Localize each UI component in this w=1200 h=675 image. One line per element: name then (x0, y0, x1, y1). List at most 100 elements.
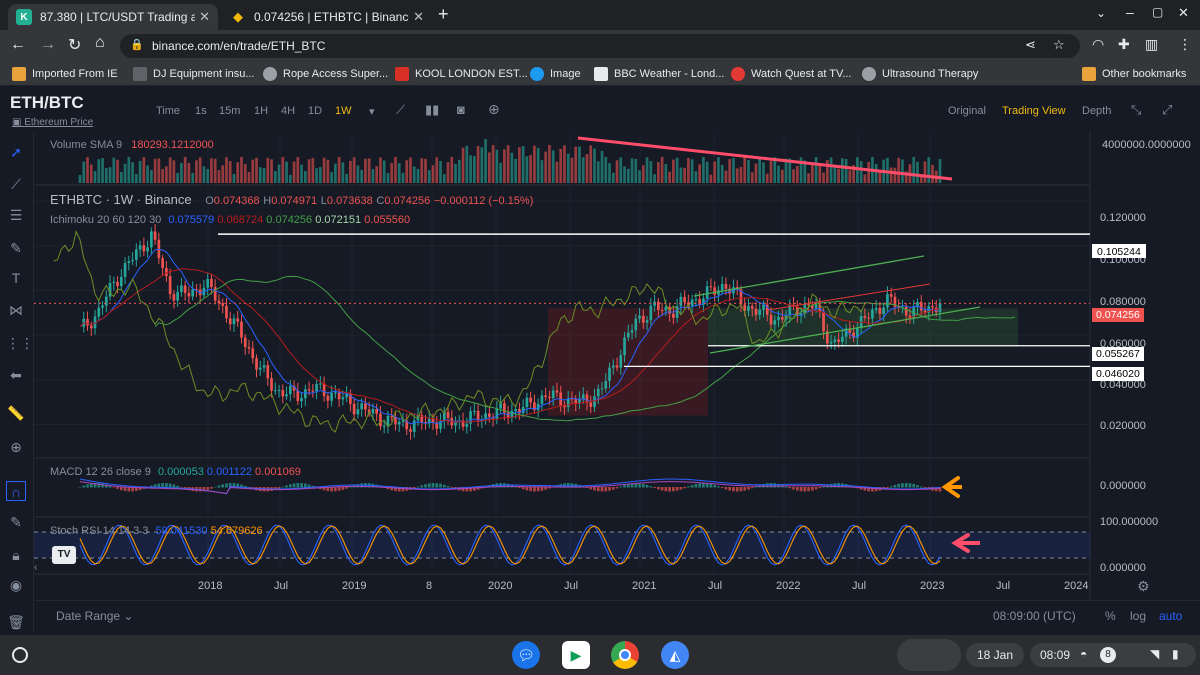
holding-space-icon[interactable] (897, 639, 961, 671)
macd-histogram-bar (795, 487, 799, 491)
time-tick: Jul (564, 580, 579, 592)
time-tick: 2021 (632, 580, 657, 592)
volume-bar (405, 160, 409, 183)
volume-bar (683, 167, 686, 183)
macd-histogram-bar (615, 487, 619, 489)
candle-body (886, 294, 889, 308)
volume-bar (829, 157, 833, 183)
candle-body (360, 403, 363, 410)
meet-app-icon[interactable]: ▶ (562, 641, 590, 669)
candle-body (161, 258, 164, 269)
volume-bar (232, 174, 236, 183)
macd-histogram-bar (829, 483, 833, 488)
macd-histogram-bar (653, 487, 656, 489)
auto-toggle[interactable]: auto (1159, 609, 1182, 623)
candle-body (769, 314, 773, 325)
macd-histogram-bar (799, 487, 803, 492)
candle-body (217, 300, 221, 304)
macd-histogram-bar (641, 483, 645, 488)
volume-bar (645, 157, 649, 183)
candle-body (525, 397, 529, 408)
volume-bar (352, 157, 356, 183)
macd-histogram-bar (221, 484, 225, 488)
macd-histogram-bar (720, 487, 724, 489)
volume-bar (916, 161, 919, 183)
price-tick-0: 0.120000 (1100, 212, 1146, 224)
macd-histogram-bar (810, 487, 814, 491)
collapse-panel-icon[interactable]: ⌄ (0, 613, 34, 635)
volume-bar (285, 161, 288, 183)
candle-body (89, 325, 93, 329)
candle-body (540, 395, 544, 404)
messages-app-icon[interactable]: 💬︎ (512, 641, 540, 669)
candle-body (698, 299, 701, 305)
candle-body (330, 392, 333, 401)
volume-bar (874, 164, 878, 183)
macd-histogram-bar (281, 486, 285, 488)
macd-histogram-bar (611, 487, 615, 490)
macd-histogram-bar (168, 483, 172, 488)
volume-bar (116, 159, 119, 183)
log-toggle[interactable]: log (1130, 609, 1146, 623)
candle-body (773, 320, 777, 325)
candle-body (705, 286, 709, 299)
macd-histogram-bar (300, 483, 303, 488)
volume-bar (307, 159, 311, 183)
candle-body (544, 395, 548, 397)
volume-bar (183, 157, 187, 183)
volume-bar (435, 157, 439, 183)
macd-histogram-bar (82, 485, 86, 488)
launcher-icon[interactable] (12, 647, 28, 663)
calendar-date[interactable]: 18 Jan (966, 643, 1024, 667)
volume-bar (198, 157, 202, 183)
time-tick: 2020 (488, 580, 513, 592)
volume-bar (484, 139, 487, 183)
volume-bar (739, 166, 743, 183)
volume-bar (792, 169, 795, 183)
volume-bar (134, 173, 138, 183)
macd-histogram-bar (288, 484, 292, 488)
volume-bar (653, 174, 656, 183)
volume-bar (747, 159, 750, 183)
macd-legend: MACD 12 26 close 9 0.000053 0.001122 0.0… (50, 466, 301, 478)
volume-bar (108, 167, 112, 183)
macd-axis-tick: 0.000000 (1100, 480, 1146, 492)
volume-bar (213, 158, 217, 183)
candle-body (874, 307, 878, 310)
chrome-app-icon[interactable] (611, 641, 639, 669)
volume-bar (626, 168, 630, 183)
macd-histogram-bar (893, 484, 897, 488)
volume-bar (867, 162, 870, 183)
volume-bar (720, 164, 724, 183)
macd-histogram-bar (638, 483, 641, 488)
percent-toggle[interactable]: % (1105, 609, 1116, 623)
volume-bar (724, 170, 728, 183)
volume-bar (777, 165, 780, 183)
tradingview-logo-icon: TV (52, 546, 76, 564)
candle-body (488, 413, 491, 417)
date-range-button[interactable]: Date Range ⌄ (56, 609, 133, 623)
candle-body (307, 389, 311, 391)
macd-histogram-bar (916, 485, 919, 488)
volume-bar (702, 157, 705, 183)
macd-histogram-bar (446, 485, 450, 488)
candle-body (221, 303, 225, 306)
volume-bar (529, 155, 532, 183)
stoch-axis-tick-top: 100.000000 (1100, 516, 1159, 528)
volume-bar (687, 157, 690, 183)
candle-body (841, 336, 844, 342)
volume-bar (810, 162, 814, 183)
status-tray[interactable]: 08:09 ◓ 8 ◥ ▮ (1030, 643, 1196, 667)
volume-bar (743, 157, 747, 183)
pwa-app-icon[interactable]: ◭ (661, 641, 689, 669)
volume-bar (634, 158, 638, 183)
macd-histogram-bar (165, 483, 168, 488)
settings-gear-icon[interactable]: ⚙ (1137, 578, 1150, 595)
macd-histogram-bar (807, 487, 810, 492)
candle-body (664, 306, 668, 311)
macd-histogram-bar (724, 487, 728, 490)
volume-bar (608, 163, 611, 183)
candle-body (412, 420, 416, 432)
chart-canvas[interactable] (0, 0, 1200, 675)
candle-body (863, 316, 867, 318)
